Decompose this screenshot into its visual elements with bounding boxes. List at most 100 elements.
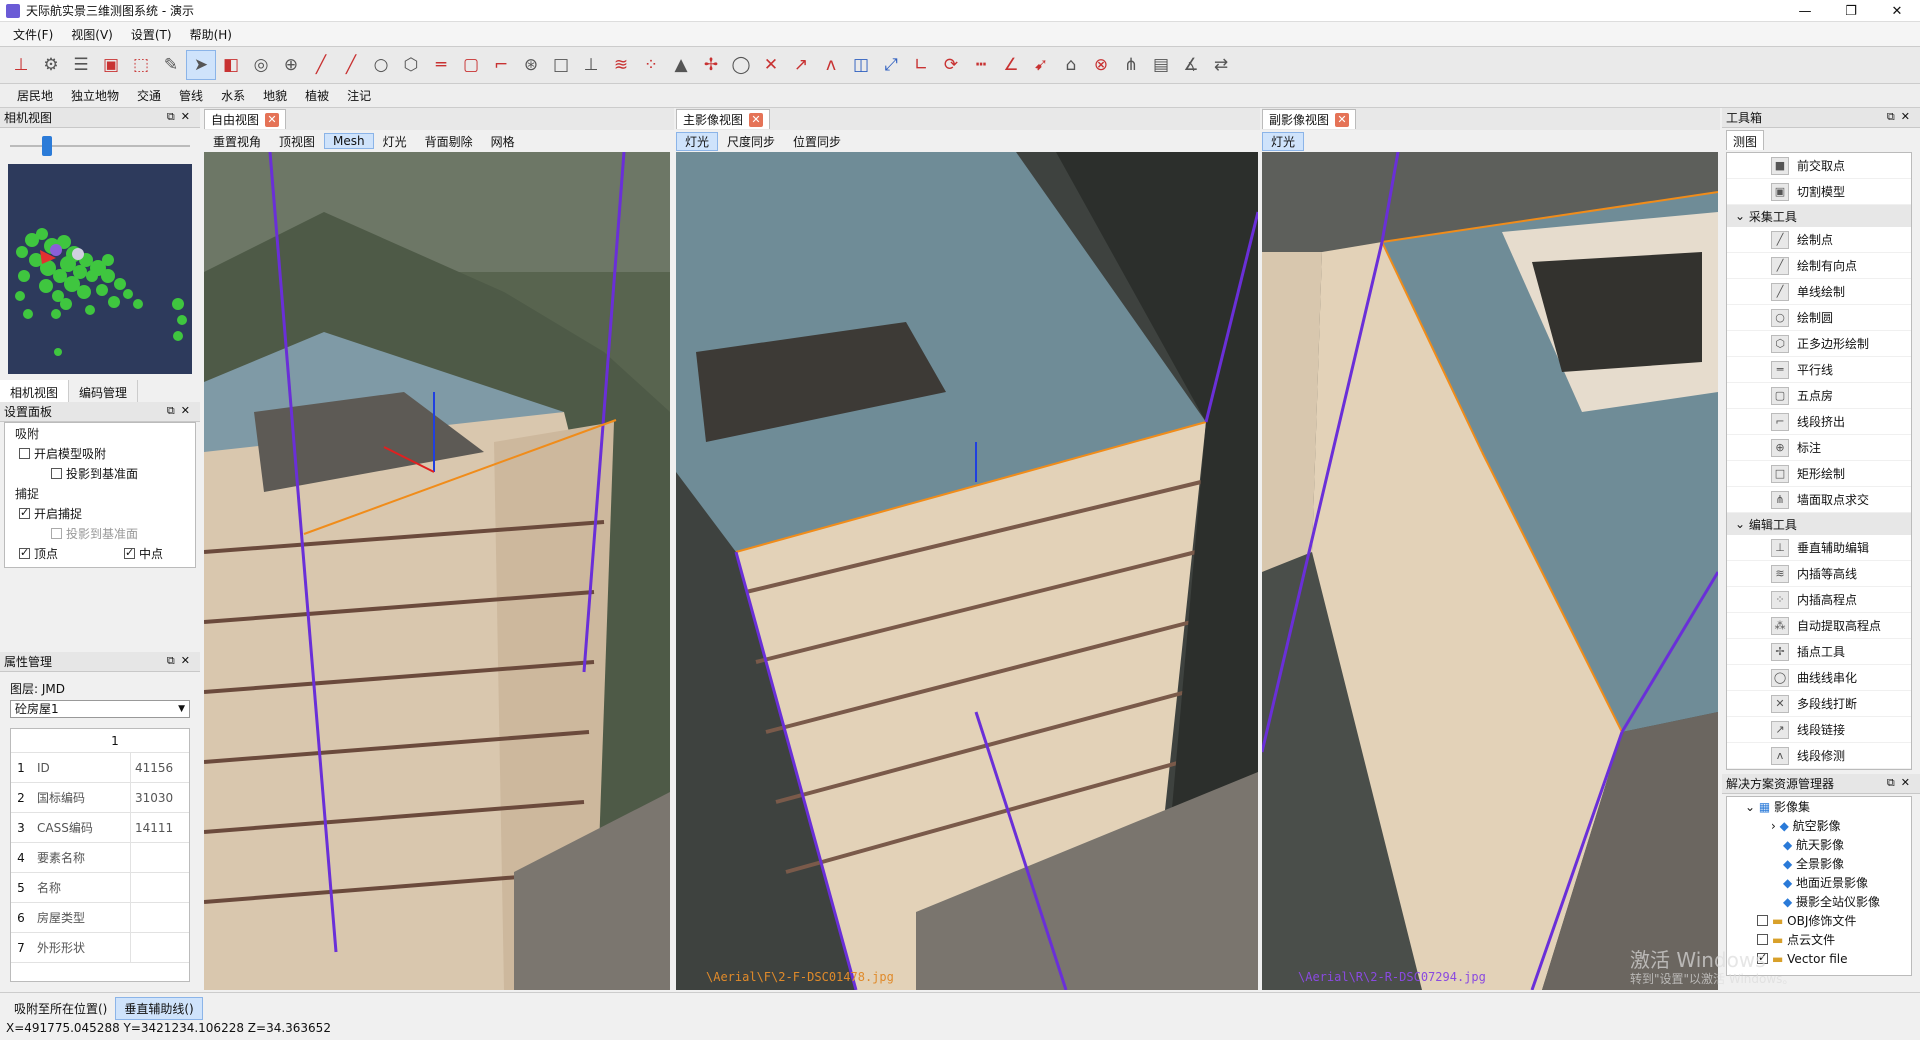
row-value[interactable]: 14111	[131, 821, 173, 835]
solution-panel-buttons[interactable]: ⧉✕	[1887, 776, 1916, 790]
measure-icon[interactable]: ⊥	[6, 50, 36, 80]
tool-item[interactable]: ✕ 多段线打断	[1727, 691, 1911, 717]
tab-main-view[interactable]: 主影像视图 ✕	[676, 109, 771, 129]
erase-icon[interactable]: ◧	[216, 50, 246, 80]
vertical-icon[interactable]: ⊥	[576, 50, 606, 80]
pointer-icon[interactable]: ➤	[186, 50, 216, 80]
light-toggle[interactable]: 灯光	[374, 133, 416, 150]
tool-item[interactable]: ≋ 内插等高线	[1727, 561, 1911, 587]
main-view-canvas[interactable]: \Aerial\F\2-F-DSC01478.jpg	[676, 152, 1258, 990]
scale-icon[interactable]: ⤢	[876, 50, 906, 80]
tab-sub-view[interactable]: 副影像视图 ✕	[1262, 109, 1357, 129]
hexagon-icon[interactable]: ⬡	[396, 50, 426, 80]
open-capture-checkbox[interactable]	[19, 506, 30, 519]
category-landform[interactable]: 地貌	[254, 87, 296, 104]
tree-item[interactable]: ◆ 摄影全站仪影像	[1727, 892, 1911, 911]
position-sync-toggle[interactable]: 位置同步	[784, 133, 850, 150]
top-view-button[interactable]: 顶视图	[270, 133, 324, 150]
category-water[interactable]: 水系	[212, 87, 254, 104]
tool-item[interactable]: ⋔ 墙面取点求交	[1727, 487, 1911, 513]
vertex-checkbox[interactable]	[19, 546, 30, 559]
attributes-panel-buttons[interactable]: ⧉✕	[167, 654, 196, 668]
zoom-in-icon[interactable]: ⊕	[276, 50, 306, 80]
panel-buttons[interactable]: ⧉✕	[167, 110, 196, 124]
project-base2-row[interactable]: 投影到基准面	[5, 523, 195, 543]
grid-points-icon[interactable]: ⁘	[636, 50, 666, 80]
arrow-icon[interactable]: ➹	[1026, 50, 1056, 80]
tool-item[interactable]: ╱ 绘制有向点	[1727, 253, 1911, 279]
scale-sync-toggle[interactable]: 尺度同步	[718, 133, 784, 150]
category-pipeline[interactable]: 管线	[170, 87, 212, 104]
toolbox-panel-buttons[interactable]: ⧉✕	[1887, 110, 1916, 124]
category-independent[interactable]: 独立地物	[62, 87, 128, 104]
feature-type-select[interactable]: 砼房屋1 ▼	[10, 700, 190, 718]
tool-item[interactable]: □ 矩形绘制	[1727, 461, 1911, 487]
sub-view-canvas[interactable]: \Aerial\R\2-R-DSC07294.jpg	[1262, 152, 1718, 990]
table-row[interactable]: 1 ID 41156	[11, 752, 189, 783]
tool-item[interactable]: ↗ 线段链接	[1727, 717, 1911, 743]
close-tab-icon[interactable]: ✕	[1335, 112, 1350, 127]
insert-point-icon[interactable]: ✢	[696, 50, 726, 80]
link-icon[interactable]: ↗	[786, 50, 816, 80]
close-tab-icon[interactable]: ✕	[749, 112, 764, 127]
minimize-button[interactable]: —	[1782, 0, 1828, 22]
tree-item[interactable]: ◆ 地面近景影像	[1727, 873, 1911, 892]
swap-icon[interactable]: ⇄	[1206, 50, 1236, 80]
vertical-aux-line-button[interactable]: 垂直辅助线()	[115, 997, 203, 1020]
grid-toggle[interactable]: 网格	[482, 133, 524, 150]
reset-view-button[interactable]: 重置视角	[204, 133, 270, 150]
tool-item[interactable]: ʌ 线段修测	[1727, 743, 1911, 769]
modify-icon[interactable]: ʌ	[816, 50, 846, 80]
midpoint-checkbox[interactable]	[124, 546, 135, 559]
tool-item[interactable]: ⌐ 线段挤出	[1727, 409, 1911, 435]
rectangle-icon[interactable]: □	[546, 50, 576, 80]
tab-free-view[interactable]: 自由视图 ✕	[204, 109, 287, 129]
settings-panel-buttons[interactable]: ⧉✕	[167, 404, 196, 418]
mirror-icon[interactable]: ◫	[846, 50, 876, 80]
tool-item[interactable]: ⊕ 标注	[1727, 435, 1911, 461]
free-view-canvas[interactable]	[204, 152, 670, 990]
sub-light-toggle[interactable]: 灯光	[1262, 131, 1305, 151]
tool-item[interactable]: ▣ 切割模型	[1727, 179, 1911, 205]
tool-item[interactable]: ✢ 插点工具	[1727, 639, 1911, 665]
parallel-icon[interactable]: ═	[426, 50, 456, 80]
dash-line-icon[interactable]: ┅	[966, 50, 996, 80]
tree-item-obj[interactable]: ▬ OBJ修饰文件	[1727, 911, 1911, 930]
project-base-checkbox[interactable]	[51, 467, 62, 479]
node-delete-icon[interactable]: ⊗	[1086, 50, 1116, 80]
rotate-icon[interactable]: ⟳	[936, 50, 966, 80]
category-residential[interactable]: 居民地	[8, 87, 62, 104]
camera-slider-track[interactable]	[10, 145, 190, 147]
table-row[interactable]: 6 房屋类型	[11, 902, 189, 933]
tool-item[interactable]: ▢ 五点房	[1727, 383, 1911, 409]
menu-settings[interactable]: 设置(T)	[122, 26, 181, 43]
tab-camera-view[interactable]: 相机视图	[0, 380, 70, 402]
camera-minimap[interactable]	[8, 164, 192, 374]
category-annotation[interactable]: 注记	[338, 87, 380, 104]
layers-icon[interactable]: ☰	[66, 50, 96, 80]
annotate-icon[interactable]: ⊛	[516, 50, 546, 80]
table-row[interactable]: 2 国标编码 31030	[11, 782, 189, 813]
tool-item[interactable]: ═ 平行线	[1727, 357, 1911, 383]
zoom-out-icon[interactable]: ◎	[246, 50, 276, 80]
tool-item[interactable]: ⊥ 垂直辅助编辑	[1727, 535, 1911, 561]
curve-icon[interactable]: ◯	[726, 50, 756, 80]
building-icon[interactable]: ⌂	[1056, 50, 1086, 80]
tab-code-manage[interactable]: 编码管理	[69, 380, 139, 402]
category-traffic[interactable]: 交通	[128, 87, 170, 104]
edit-icon[interactable]: ✎	[156, 50, 186, 80]
tool-item[interactable]: ◯ 曲线线串化	[1727, 665, 1911, 691]
open-capture-row[interactable]: 开启捕捉	[5, 503, 195, 523]
clip-icon[interactable]: ▤	[1146, 50, 1176, 80]
camera-icon[interactable]: ▣	[96, 50, 126, 80]
table-row[interactable]: 7 外形形状	[11, 932, 189, 963]
tool-item[interactable]: ⁂ 自动提取高程点	[1727, 613, 1911, 639]
close-tab-icon[interactable]: ✕	[265, 112, 280, 127]
group-edit-tools[interactable]: ⌄ 编辑工具	[1727, 513, 1911, 535]
close-button[interactable]: ✕	[1874, 0, 1920, 22]
group-collect-tools[interactable]: ⌄ 采集工具	[1727, 205, 1911, 227]
project-base-row[interactable]: 投影到基准面	[5, 463, 195, 483]
main-light-toggle[interactable]: 灯光	[676, 131, 719, 151]
tool-item[interactable]: ╱ 绘制点	[1727, 227, 1911, 253]
break-icon[interactable]: ✕	[756, 50, 786, 80]
